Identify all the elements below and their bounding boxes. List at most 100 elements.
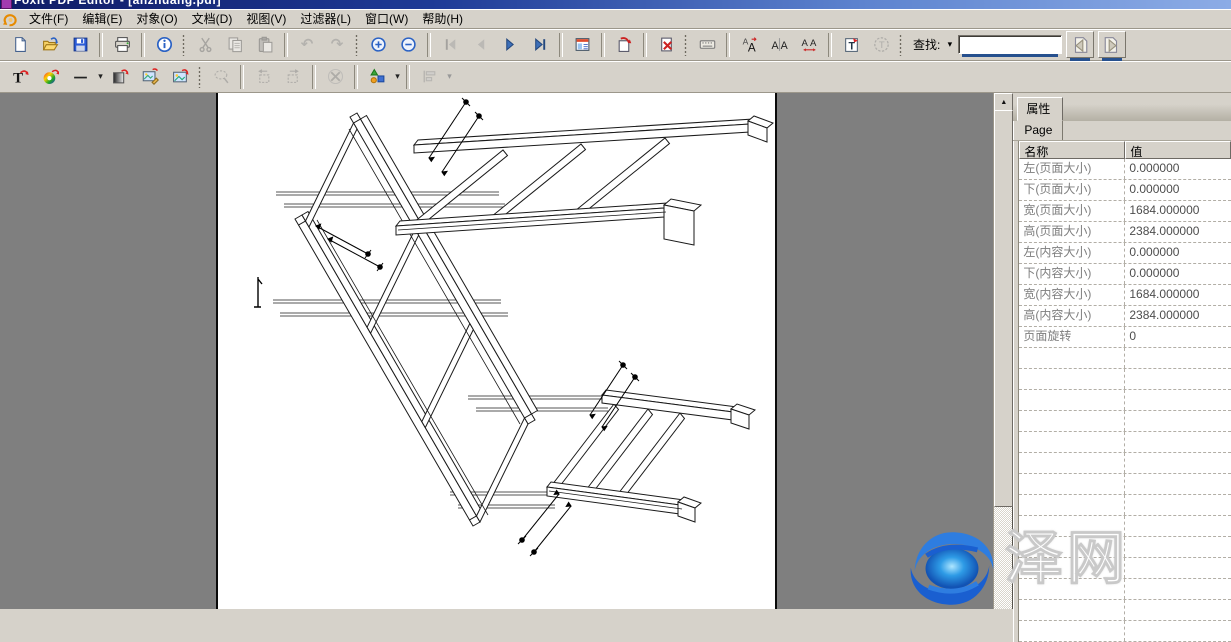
table-row-empty	[1019, 516, 1231, 537]
svg-text:A: A	[810, 38, 817, 49]
menu-item-edit[interactable]: 编辑(E)	[75, 9, 129, 28]
open-document-button[interactable]	[36, 31, 64, 59]
toolbar-separator	[643, 33, 647, 57]
property-value[interactable]: 0.000000	[1125, 264, 1231, 284]
toolbar-gripper[interactable]	[355, 34, 358, 56]
add-shading-button[interactable]	[106, 63, 134, 91]
previous-page-button	[466, 31, 494, 59]
add-image-button[interactable]	[166, 63, 194, 91]
property-value	[1125, 516, 1231, 536]
keyboard-input-button[interactable]	[693, 31, 721, 59]
toolbar-separator	[726, 33, 730, 57]
toolbar-separator	[601, 33, 605, 57]
property-value	[1125, 474, 1231, 494]
toolbar-separator	[427, 33, 431, 57]
lasso-select-button	[207, 63, 235, 91]
property-value	[1125, 369, 1231, 389]
find-dropdown-arrow-icon[interactable]: ▾	[943, 36, 956, 53]
find-group: 查找:▾	[913, 31, 1128, 58]
title-bar: Foxit PDF Editor - [anzhuang.pdf]	[0, 0, 1231, 9]
table-row-empty	[1019, 369, 1231, 390]
property-value	[1125, 453, 1231, 473]
property-value[interactable]: 0.000000	[1125, 243, 1231, 263]
property-name: 左(内容大小)	[1019, 243, 1125, 263]
add-color-button[interactable]	[36, 63, 64, 91]
zoom-in-button[interactable]	[364, 31, 392, 59]
toolbar-gripper[interactable]	[182, 34, 185, 56]
menu-item-object[interactable]: 对象(O)	[129, 9, 184, 28]
save-document-button[interactable]	[66, 31, 94, 59]
property-value[interactable]: 2384.000000	[1125, 222, 1231, 242]
property-value[interactable]: 1684.000000	[1125, 285, 1231, 305]
property-name	[1019, 369, 1125, 389]
menu-item-filter[interactable]: 过滤器(L)	[293, 9, 358, 28]
property-value[interactable]: 0.000000	[1125, 159, 1231, 179]
toolbar-gripper[interactable]	[198, 66, 201, 88]
tab-page[interactable]: Page	[1013, 121, 1063, 140]
find-previous-button[interactable]	[1066, 31, 1094, 58]
menu-item-window[interactable]: 窗口(W)	[358, 9, 415, 28]
add-text-object-button[interactable]: T	[837, 31, 865, 59]
property-name: 高(内容大小)	[1019, 306, 1125, 326]
page-layout-button[interactable]	[568, 31, 596, 59]
print-button[interactable]	[108, 31, 136, 59]
property-name: 宽(内容大小)	[1019, 285, 1125, 305]
char-spacing-button[interactable]: AA	[795, 31, 823, 59]
menu-item-view[interactable]: 视图(V)	[239, 9, 293, 28]
line-style-dropdown-arrow-icon[interactable]: ▾	[96, 71, 105, 82]
properties-table: 名称 值 左(页面大小)0.000000下(页面大小)0.000000宽(页面大…	[1013, 141, 1231, 642]
add-text-icon: T	[12, 68, 29, 85]
previous-page-icon	[472, 36, 489, 53]
menu-item-document[interactable]: 文档(D)	[185, 9, 240, 28]
edit-image-button[interactable]	[136, 63, 164, 91]
property-value[interactable]: 1684.000000	[1125, 201, 1231, 221]
table-row: 下(页面大小)0.000000	[1019, 180, 1231, 201]
property-name	[1019, 495, 1125, 515]
tab-properties[interactable]: 属性	[1017, 97, 1063, 121]
svg-text:A: A	[771, 40, 779, 52]
new-document-button[interactable]	[6, 31, 34, 59]
scroll-up-button[interactable]: ▲	[994, 93, 1013, 111]
property-value[interactable]: 0.000000	[1125, 180, 1231, 200]
find-next-button[interactable]	[1098, 31, 1126, 58]
first-page-icon	[442, 36, 459, 53]
property-value	[1125, 600, 1231, 620]
zoom-out-button[interactable]	[394, 31, 422, 59]
table-row-empty	[1019, 621, 1231, 642]
property-value[interactable]: 0	[1125, 327, 1231, 347]
font-kerning-button[interactable]: AA	[765, 31, 793, 59]
menu-item-help[interactable]: 帮助(H)	[415, 9, 470, 28]
delete-page-button[interactable]	[652, 31, 680, 59]
open-document-icon	[42, 36, 59, 53]
line-style-button[interactable]	[66, 63, 94, 91]
char-spacing-icon: AA	[801, 36, 818, 53]
table-row: 下(内容大小)0.000000	[1019, 264, 1231, 285]
property-value[interactable]: 2384.000000	[1125, 306, 1231, 326]
zoom-out-icon	[400, 36, 417, 53]
pdf-page	[216, 93, 777, 609]
replace-font-button[interactable]: AA	[735, 31, 763, 59]
table-row: 高(内容大小)2384.000000	[1019, 306, 1231, 327]
window-title: Foxit PDF Editor - [anzhuang.pdf]	[14, 0, 221, 7]
replace-font-icon: AA	[741, 36, 758, 53]
scrollbar-thumb[interactable]	[994, 110, 1013, 507]
toolbar-gripper[interactable]	[899, 34, 902, 56]
add-text-button[interactable]: T	[6, 63, 34, 91]
font-kerning-icon: AA	[771, 36, 788, 53]
insert-shape-dropdown-arrow-icon[interactable]: ▾	[393, 71, 402, 82]
vertical-scrollbar[interactable]: ▲	[993, 93, 1012, 609]
toolbar-main: ↶↷AAAAAATT查找:▾	[0, 29, 1231, 61]
property-name	[1019, 390, 1125, 410]
find-input[interactable]	[958, 35, 1062, 54]
rotate-selection-right-icon	[285, 68, 302, 85]
menu-item-file[interactable]: 文件(F)	[22, 9, 75, 28]
insert-shape-button[interactable]	[363, 63, 391, 91]
rotate-page-button[interactable]	[610, 31, 638, 59]
last-page-button[interactable]	[526, 31, 554, 59]
copy-icon	[227, 36, 244, 53]
next-page-button[interactable]	[496, 31, 524, 59]
property-name: 下(页面大小)	[1019, 180, 1125, 200]
toolbar-gripper[interactable]	[684, 34, 687, 56]
table-row-empty	[1019, 411, 1231, 432]
document-info-button[interactable]	[150, 31, 178, 59]
